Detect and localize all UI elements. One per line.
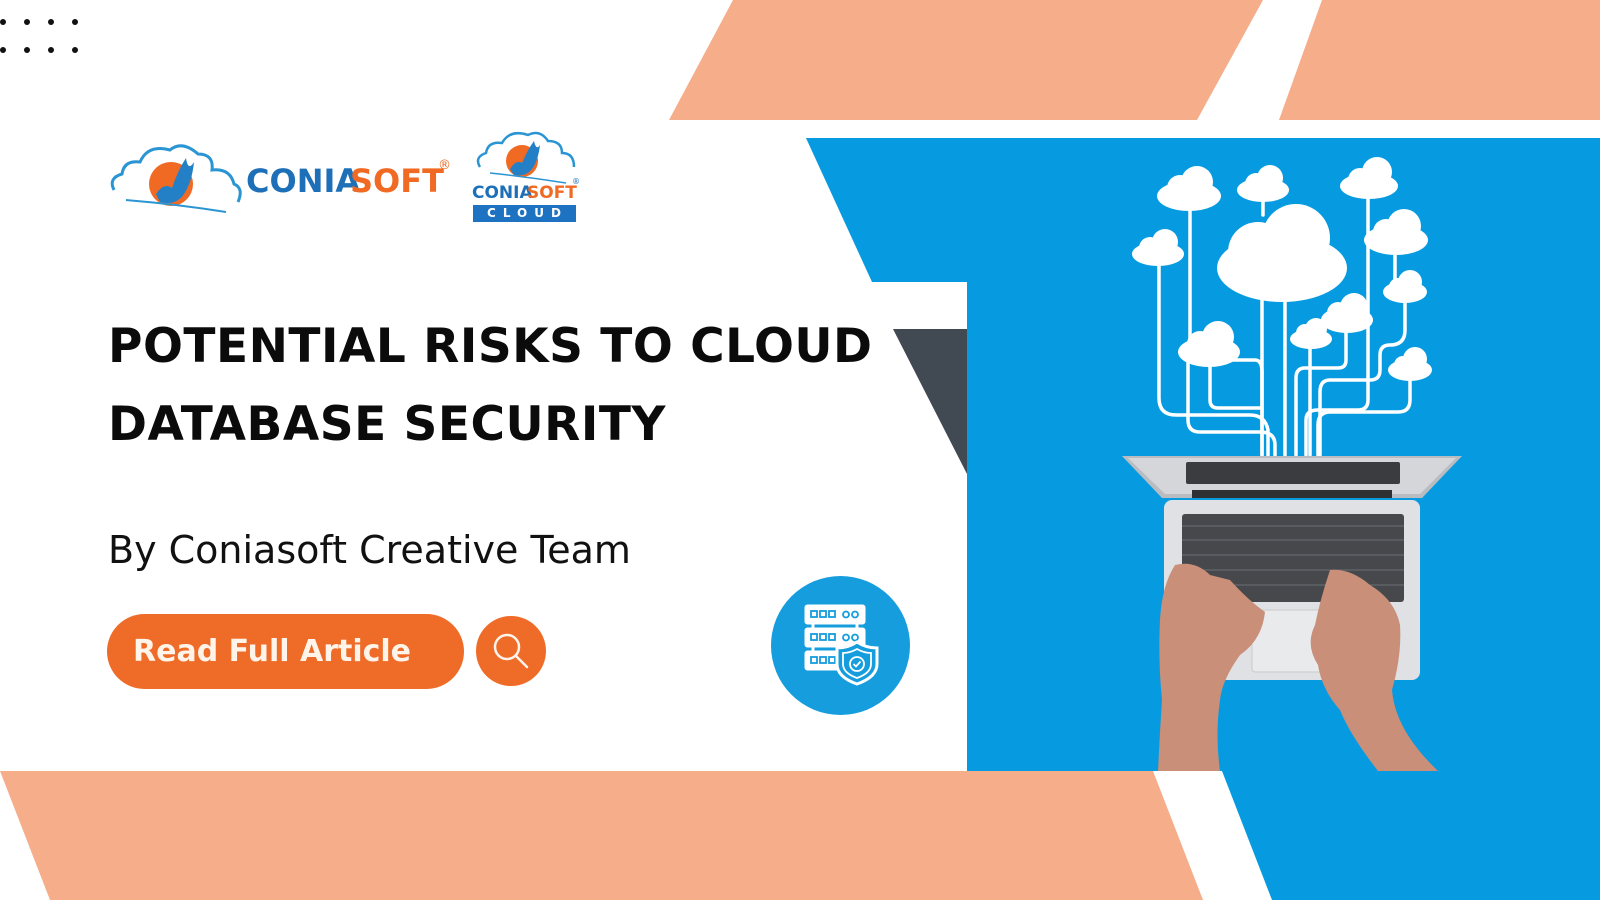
- server-shield-icon: [804, 604, 879, 686]
- author-byline: By Coniasoft Creative Team: [108, 528, 631, 572]
- coniasoft-cloud-logo[interactable]: CONIA SOFT ® CLOUD: [470, 125, 582, 222]
- dot: [0, 47, 6, 53]
- logo-text-soft: SOFT: [350, 162, 444, 200]
- coniasoft-logo[interactable]: CONIA SOFT ®: [106, 132, 451, 217]
- cloud-badge-text: CLOUD: [487, 206, 568, 220]
- logo-text-conia: CONIA: [472, 183, 533, 203]
- dot: [72, 47, 78, 53]
- read-full-article-button[interactable]: Read Full Article: [107, 614, 464, 689]
- dot: [72, 19, 78, 25]
- database-security-badge: [771, 576, 910, 715]
- cloud-bird-logo-icon: [110, 144, 242, 213]
- page-title: POTENTIAL RISKS TO CLOUD DATABASE SECURI…: [108, 308, 888, 464]
- registered-mark: ®: [572, 177, 580, 186]
- registered-mark: ®: [438, 158, 451, 173]
- search-icon: [493, 633, 529, 669]
- cloud-bird-logo-icon: [476, 131, 576, 184]
- dot: [48, 19, 54, 25]
- dot: [24, 19, 30, 25]
- dark-triangle: [893, 329, 967, 474]
- cloud-badge: CLOUD: [473, 205, 576, 222]
- search-button[interactable]: [476, 616, 546, 686]
- logo-text-conia: CONIA: [246, 162, 361, 200]
- dot: [24, 47, 30, 53]
- read-full-article-label: Read Full Article: [133, 634, 412, 669]
- top-peach-band-left: [669, 0, 1263, 120]
- logo-text-soft: SOFT: [527, 183, 577, 203]
- dot: [0, 19, 6, 25]
- bottom-blue-band: [1222, 771, 1600, 900]
- title-line-2: DATABASE SECURITY: [108, 397, 666, 452]
- dot: [48, 47, 54, 53]
- title-line-1: POTENTIAL RISKS TO CLOUD: [108, 319, 873, 374]
- top-peach-band-right: [1279, 0, 1600, 120]
- bottom-peach-band: [0, 771, 1203, 900]
